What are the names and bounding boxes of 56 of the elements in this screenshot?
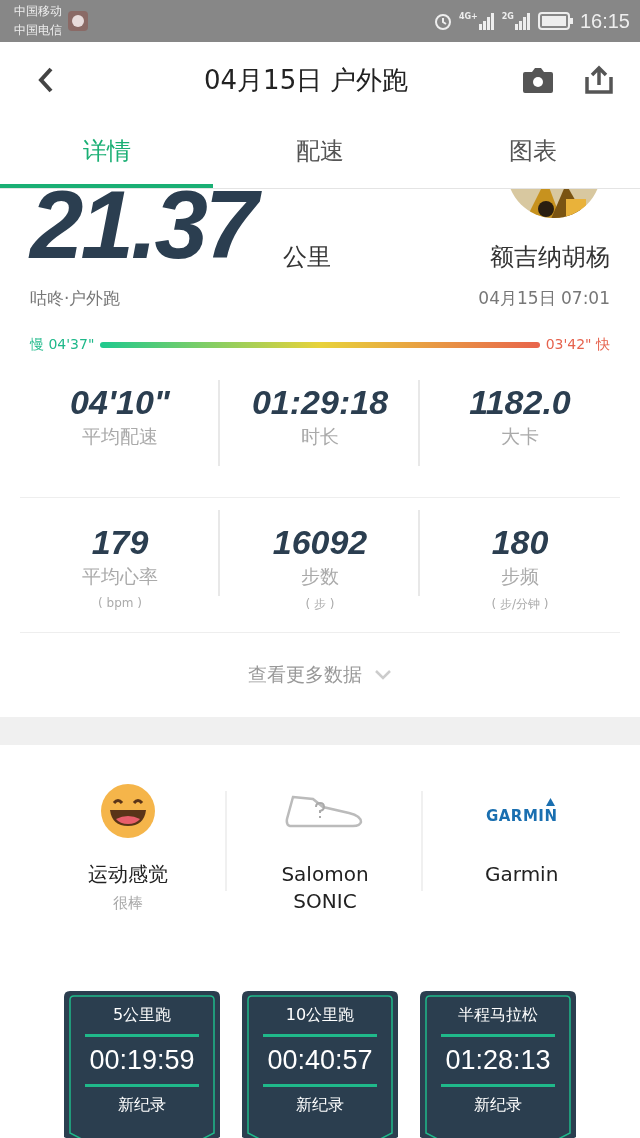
stat-unit: ( bpm ) [98,596,142,610]
distance-unit: 公里 [283,242,332,273]
stat-label: 时长 [301,424,339,449]
page-title: 04月15日 户外跑 [204,63,410,97]
record-time: 00:40:57 [267,1045,373,1076]
stat-value: 179 [91,522,149,562]
record-title: 半程马拉松 [458,1005,538,1026]
activity-source: 咕咚·户外跑 [30,287,121,310]
stat-value: 1182.0 [469,382,571,422]
laughing-face-icon [100,783,157,839]
fastest-pace: 03'42" 快 [545,336,610,354]
record-badge[interactable]: 5公里跑 00:19:59 新纪录 [62,989,222,1138]
carrier-name: 中国移动 [14,3,62,20]
signal-icon [513,12,532,30]
chevron-down-icon [374,669,392,681]
stat-value: 04'10" [70,382,170,422]
carrier-name: 中国电信 [14,22,62,39]
slowest-pace: 慢 04'37" [30,336,95,354]
gear-label: Salomon SONIC [280,861,370,915]
network-label: 4G+ [458,12,478,21]
triangle-icon [546,797,556,806]
device-logo: GARMIN [485,806,558,825]
share-icon[interactable] [584,65,614,95]
stat-label: 大卡 [501,424,539,449]
stat-unit: ( 步/分钟 ) [491,596,549,613]
alarm-icon [432,11,453,31]
gear-sublabel: 很棒 [113,894,144,913]
gear-label: Garmin [485,861,559,888]
user-name: 额吉纳胡杨 [490,242,610,273]
activity-datetime: 04月15日 07:01 [478,287,610,310]
camera-icon[interactable] [522,66,554,94]
stat-label: 步数 [301,564,339,589]
record-note: 新纪录 [296,1095,344,1116]
network-label: 2G [501,12,514,21]
record-title: 5公里跑 [112,1005,172,1026]
record-time: 00:19:59 [89,1045,195,1076]
tab[interactable]: 图表 [426,118,640,188]
gear-label: 运动感觉 [88,861,169,888]
stat-label: 平均配速 [82,424,158,449]
record-title: 10公里跑 [285,1005,355,1026]
stat-label: 平均心率 [82,564,158,589]
record-badge[interactable]: 半程马拉松 01:28:13 新纪录 [418,989,578,1138]
signal-icon [477,12,496,30]
record-time: 01:28:13 [445,1045,551,1076]
sneaker-icon [285,793,365,829]
stat-value: 180 [491,522,549,562]
app-icon [68,11,88,31]
record-note: 新纪录 [118,1095,166,1116]
stat-label: 步频 [501,564,539,589]
stat-value: 01:29:18 [251,382,389,422]
clock-time: 16:15 [579,9,630,33]
stat-value: 16092 [272,522,368,562]
battery-icon [537,12,574,30]
stat-unit: ( 步 ) [305,596,335,613]
record-note: 新纪录 [474,1095,522,1116]
record-badge[interactable]: 10公里跑 00:40:57 新纪录 [240,989,400,1138]
